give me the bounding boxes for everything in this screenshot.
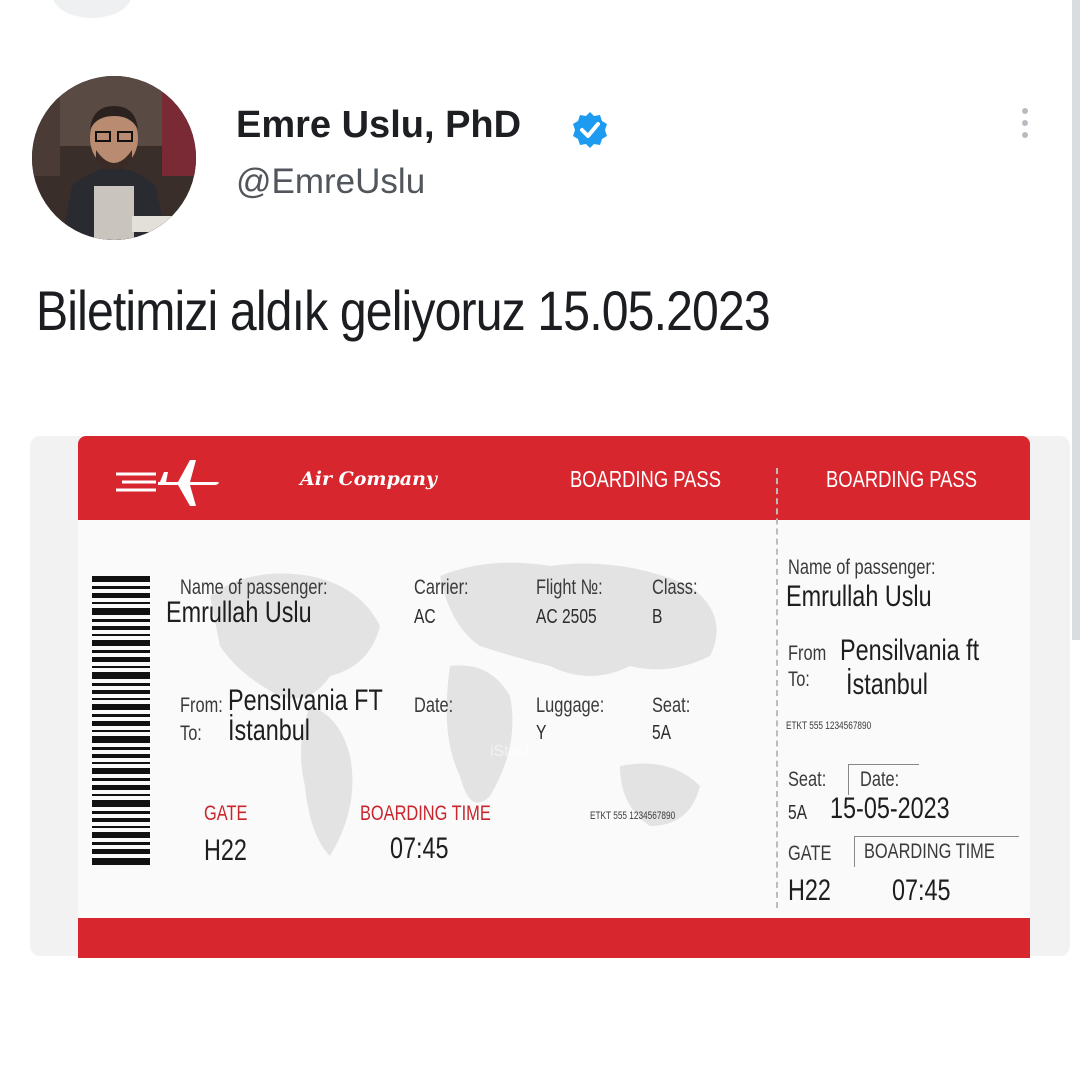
boarding-pass-image[interactable]: iStock Air Company BOARDING PASS BOARDIN… bbox=[30, 428, 1070, 958]
barcode-icon bbox=[92, 576, 150, 865]
avatar[interactable] bbox=[32, 76, 196, 240]
seat-value: 5A bbox=[652, 722, 672, 744]
verified-badge-icon bbox=[573, 112, 607, 148]
gate-value: H22 bbox=[204, 834, 247, 867]
luggage-label: Luggage: bbox=[536, 694, 605, 717]
from-label: From: bbox=[180, 694, 223, 717]
author-name[interactable]: Emre Uslu, PhD bbox=[236, 104, 521, 147]
to-label: To: bbox=[180, 722, 202, 745]
stub-passenger-name: Emrullah Uslu bbox=[786, 580, 932, 613]
more-vertical-icon[interactable] bbox=[1010, 102, 1040, 146]
stub-title: BOARDING PASS bbox=[826, 466, 977, 492]
previous-item-edge bbox=[52, 0, 132, 18]
boarding-time-label: BOARDING TIME bbox=[360, 802, 491, 825]
istock-watermark: iStock bbox=[490, 743, 535, 760]
flight-number-value: AC 2505 bbox=[536, 606, 597, 628]
date-label: Date: bbox=[414, 694, 454, 717]
stub-from-label: From bbox=[788, 642, 827, 665]
luggage-value: Y bbox=[536, 722, 547, 744]
stub-seat-value: 5A bbox=[788, 802, 808, 824]
to-value: İstanbul bbox=[228, 714, 310, 747]
etkt-number: ETKT 555 1234567890 bbox=[590, 810, 676, 822]
ticket-footer-band bbox=[78, 918, 1030, 958]
passenger-name: Emrullah Uslu bbox=[166, 596, 312, 629]
stub-from-value: Pensilvania ft bbox=[840, 634, 980, 667]
from-value: Pensilvania FT bbox=[228, 684, 383, 717]
tweet-text: Biletimizi aldık geliyoruz 15.05.2023 bbox=[36, 279, 771, 342]
stub-date-box bbox=[848, 764, 919, 795]
airline-brand: Air Company bbox=[300, 468, 437, 490]
author-handle[interactable]: @EmreUslu bbox=[236, 162, 425, 202]
profile-photo-icon bbox=[32, 76, 196, 240]
stub-boarding-box bbox=[854, 836, 1019, 867]
stub-gate-value: H22 bbox=[788, 874, 831, 907]
perforation-line bbox=[776, 468, 778, 908]
flight-number-label: Flight №: bbox=[536, 576, 603, 599]
stub-to-value: İstanbul bbox=[846, 668, 928, 701]
class-value: B bbox=[652, 606, 663, 628]
gate-label: GATE bbox=[204, 802, 248, 825]
boarding-time-value: 07:45 bbox=[390, 832, 449, 865]
stub-seat-label: Seat: bbox=[788, 768, 827, 791]
airplane-icon bbox=[116, 460, 219, 506]
carrier-label: Carrier: bbox=[414, 576, 469, 599]
stub-gate-label: GATE bbox=[788, 842, 832, 865]
stub-etkt-number: ETKT 555 1234567890 bbox=[786, 720, 872, 732]
stub-passenger-name-label: Name of passenger: bbox=[788, 556, 936, 579]
carrier-value: AC bbox=[414, 606, 436, 628]
scrollbar[interactable] bbox=[1072, 0, 1080, 640]
boarding-pass-title: BOARDING PASS bbox=[570, 466, 721, 492]
stub-to-label: To: bbox=[788, 668, 810, 691]
class-label: Class: bbox=[652, 576, 698, 599]
stub-boarding-time-value: 07:45 bbox=[892, 874, 951, 907]
seat-label: Seat: bbox=[652, 694, 691, 717]
stub-date-value: 15-05-2023 bbox=[830, 792, 950, 825]
